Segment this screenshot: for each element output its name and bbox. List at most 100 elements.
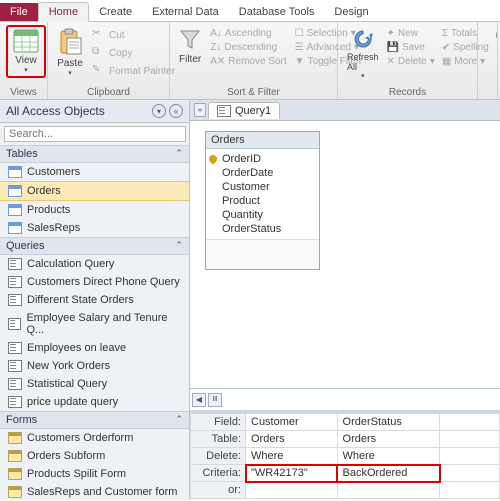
- nav-item[interactable]: Orders Subform: [0, 447, 189, 465]
- qryico-icon: [8, 276, 22, 288]
- grid-cell-or-0[interactable]: [246, 482, 338, 499]
- nav-item[interactable]: SalesReps: [0, 219, 189, 237]
- save-record-button[interactable]: 💾Save: [385, 41, 437, 54]
- query-design-area: » Query1 Orders OrderIDOrderDateCustomer…: [190, 100, 500, 500]
- nav-header[interactable]: All Access Objects ▾ «: [0, 100, 189, 123]
- nav-item[interactable]: New York Orders: [0, 357, 189, 375]
- tab-external-data[interactable]: External Data: [142, 3, 229, 21]
- chevron-down-icon: ▾: [24, 66, 28, 74]
- new-record-button[interactable]: ✦New: [385, 27, 437, 40]
- tab-database-tools[interactable]: Database Tools: [229, 3, 325, 21]
- copy-icon: ⧉: [92, 46, 106, 60]
- tab-create[interactable]: Create: [89, 3, 142, 21]
- tblico-icon: [8, 166, 22, 178]
- group-records-label: Records: [344, 85, 471, 98]
- field-item[interactable]: OrderDate: [206, 166, 319, 180]
- refresh-icon: [352, 28, 374, 50]
- nav-item-label: Calculation Query: [27, 258, 114, 270]
- row-criteria-label: Criteria:: [191, 465, 246, 482]
- cut-button[interactable]: ✂Cut: [90, 27, 177, 43]
- refresh-label: Refresh All: [347, 52, 379, 72]
- section-queries[interactable]: Queries⌃: [0, 237, 189, 255]
- collapse-icon: ⌃: [175, 240, 183, 252]
- grid-cell-table-1[interactable]: Orders: [337, 431, 439, 448]
- filter-button[interactable]: Filter: [176, 25, 204, 68]
- nav-menu-icon[interactable]: ▾: [152, 104, 166, 118]
- navigation-pane: All Access Objects ▾ « Tables⌃ Customers…: [0, 100, 190, 500]
- field-item[interactable]: Product: [206, 194, 319, 208]
- section-forms[interactable]: Forms⌃: [0, 411, 189, 429]
- nav-item[interactable]: Products Spilit Form: [0, 465, 189, 483]
- nav-item-label: SalesReps and Customer form: [27, 486, 177, 498]
- nav-item[interactable]: price update query: [0, 393, 189, 411]
- view-button[interactable]: View ▾: [6, 25, 46, 78]
- sort-desc-button[interactable]: Z↓Descending: [208, 41, 288, 54]
- grid-cell-field-0[interactable]: Customer: [246, 414, 338, 431]
- paste-button[interactable]: Paste ▾: [54, 25, 86, 80]
- query-canvas[interactable]: Orders OrderIDOrderDateCustomerProductQu…: [190, 120, 500, 410]
- qryico-icon: [8, 378, 22, 390]
- nav-item[interactable]: Customers Direct Phone Query: [0, 273, 189, 291]
- nav-item-label: Employee Salary and Tenure Q...: [26, 312, 181, 336]
- object-tab-query1[interactable]: Query1: [208, 102, 280, 119]
- tab-file[interactable]: File: [0, 3, 38, 21]
- grid-cell-empty[interactable]: [440, 414, 500, 431]
- grid-cell-field-1[interactable]: OrderStatus: [337, 414, 439, 431]
- nav-item[interactable]: Calculation Query: [0, 255, 189, 273]
- cut-icon: ✂: [92, 28, 106, 42]
- find-button[interactable]: Fi: [484, 25, 498, 62]
- field-item[interactable]: OrderID: [206, 152, 319, 166]
- field-item[interactable]: OrderStatus: [206, 222, 319, 236]
- query-design-grid[interactable]: Field: Customer OrderStatus Table: Order…: [190, 410, 500, 500]
- section-tables[interactable]: Tables⌃: [0, 145, 189, 163]
- nav-item-label: Statistical Query: [27, 378, 107, 390]
- grid-cell-or-1[interactable]: [337, 482, 439, 499]
- grid-cell-delete-0[interactable]: Where: [246, 448, 338, 465]
- nav-item-label: price update query: [27, 396, 118, 408]
- field-item[interactable]: Customer: [206, 180, 319, 194]
- grid-cell-criteria-1[interactable]: BackOrdered: [337, 465, 439, 482]
- nav-item[interactable]: Orders: [0, 181, 189, 201]
- collapse-icon: ⌃: [175, 148, 183, 160]
- ribbon: View ▾ Views Paste ▾ ✂Cut ⧉Copy ✎Format …: [0, 22, 500, 100]
- tab-home[interactable]: Home: [38, 2, 89, 22]
- group-sortfilter-label: Sort & Filter: [176, 85, 331, 98]
- field-item[interactable]: Quantity: [206, 208, 319, 222]
- qryico-icon: [8, 258, 22, 270]
- tblico-icon: [8, 185, 22, 197]
- search-input[interactable]: [4, 126, 186, 142]
- canvas-resize-bar[interactable]: ◀ Ⅲ: [190, 388, 500, 410]
- chevron-down-icon: ▾: [68, 69, 72, 77]
- grid-cell-criteria-0[interactable]: "WR42173": [246, 465, 338, 482]
- sort-asc-button[interactable]: A↓Ascending: [208, 27, 288, 40]
- advanced-icon: ☰: [295, 42, 304, 53]
- remove-sort-button[interactable]: A✕Remove Sort: [208, 55, 288, 68]
- table-field-list[interactable]: Orders OrderIDOrderDateCustomerProductQu…: [205, 131, 320, 270]
- tblico-icon: [8, 222, 22, 234]
- nav-item[interactable]: Customers: [0, 163, 189, 181]
- nav-item[interactable]: Different State Orders: [0, 291, 189, 309]
- copy-button[interactable]: ⧉Copy: [90, 45, 177, 61]
- grid-cell-table-0[interactable]: Orders: [246, 431, 338, 448]
- nav-item[interactable]: Products: [0, 201, 189, 219]
- refresh-all-button[interactable]: Refresh All ▾: [344, 25, 382, 83]
- scroll-left-icon[interactable]: ◀: [192, 393, 206, 407]
- nav-item[interactable]: Statistical Query: [0, 375, 189, 393]
- nav-item-label: New York Orders: [27, 360, 110, 372]
- sort-asc-icon: A↓: [210, 28, 222, 39]
- tab-design[interactable]: Design: [324, 3, 378, 21]
- nav-collapse-icon[interactable]: «: [169, 104, 183, 118]
- table-field-list-title: Orders: [206, 132, 319, 149]
- format-painter-button[interactable]: ✎Format Painter: [90, 63, 177, 79]
- delete-record-button[interactable]: ✕Delete▾: [385, 55, 437, 68]
- nav-item-label: Products Spilit Form: [27, 468, 126, 480]
- scroll-jump-icon[interactable]: Ⅲ: [208, 393, 222, 407]
- frmico-icon: [8, 450, 22, 462]
- nav-expand-icon[interactable]: »: [194, 103, 206, 117]
- nav-item[interactable]: Employees on leave: [0, 339, 189, 357]
- nav-item-label: SalesReps: [27, 222, 80, 234]
- nav-item[interactable]: Employee Salary and Tenure Q...: [0, 309, 189, 339]
- nav-item[interactable]: SalesReps and Customer form: [0, 483, 189, 501]
- nav-item[interactable]: Customers Orderform: [0, 429, 189, 447]
- grid-cell-delete-1[interactable]: Where: [337, 448, 439, 465]
